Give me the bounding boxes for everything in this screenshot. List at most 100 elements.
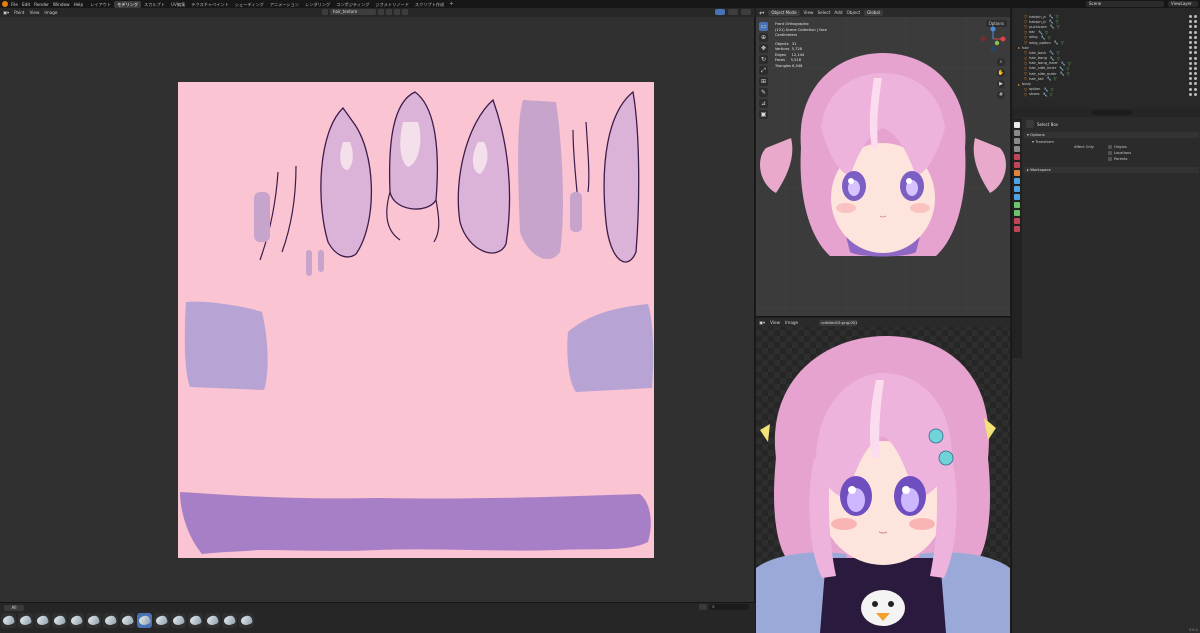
visibility-eye-icon[interactable]	[1189, 51, 1192, 55]
brush-tab-all[interactable]: All	[4, 605, 24, 611]
pin-icon[interactable]	[402, 9, 408, 15]
annotate-tool-icon[interactable]: ✎	[759, 88, 768, 97]
display-channels-button[interactable]	[741, 9, 751, 15]
render-tab-icon[interactable]	[1014, 130, 1020, 136]
visibility-eye-icon[interactable]	[1189, 92, 1192, 96]
image-browse-icon[interactable]	[322, 9, 328, 15]
object-tab-icon[interactable]	[1014, 170, 1020, 176]
overlay-toggle-button[interactable]	[728, 9, 738, 15]
menu-file[interactable]: File	[11, 2, 18, 7]
image-name-field[interactable]: hair_texture	[330, 9, 376, 15]
outliner-row[interactable]: ▽ shoes 🔧 ▽	[1012, 92, 1200, 97]
visibility-eye-icon[interactable]	[1189, 56, 1192, 60]
brush-thumbnail[interactable]	[239, 613, 254, 628]
visibility-eye-icon[interactable]	[1189, 82, 1192, 86]
render-camera-icon[interactable]	[1194, 40, 1197, 44]
3d-viewport[interactable]: ◈▾ Object Mode View Select Add Object Gl…	[756, 8, 1010, 317]
visibility-eye-icon[interactable]	[1189, 20, 1192, 24]
blender-logo-icon[interactable]	[2, 1, 8, 7]
workspace-tab-rendering[interactable]: レンダリング	[302, 1, 333, 8]
locations-checkbox[interactable]: Locations	[1108, 151, 1131, 155]
editor-type-icon[interactable]: ◈▾	[759, 10, 764, 15]
menu-view[interactable]: View	[770, 320, 780, 325]
outliner[interactable]: ▽ hairpin_a 🔧 ▽ ▽ hairpin_b 🔧 ▽ ▽ puchicore 🔧 ▽ ▽ ear…	[1011, 8, 1200, 108]
brush-thumbnail[interactable]	[205, 613, 220, 628]
render-camera-icon[interactable]	[1194, 77, 1197, 81]
visibility-eye-icon[interactable]	[1189, 46, 1192, 50]
workspace-tab-uv[interactable]: UV編集	[168, 1, 188, 8]
filter-icon[interactable]	[699, 604, 707, 610]
visibility-eye-icon[interactable]	[1189, 25, 1192, 29]
render-camera-icon[interactable]	[1194, 25, 1197, 29]
brush-thumbnail[interactable]	[69, 613, 84, 628]
add-cube-tool-icon[interactable]: ▣	[759, 110, 768, 119]
texture-tab-icon[interactable]	[1014, 226, 1020, 232]
scale-tool-icon[interactable]: ⤢	[759, 66, 768, 75]
menu-render[interactable]: Render	[34, 2, 49, 7]
menu-help[interactable]: Help	[74, 2, 84, 7]
brush-thumbnail[interactable]	[137, 613, 152, 628]
visibility-eye-icon[interactable]	[1189, 77, 1192, 81]
visibility-eye-icon[interactable]	[1189, 61, 1192, 65]
select-box-tool-icon[interactable]: ▭	[759, 22, 768, 31]
measure-tool-icon[interactable]: ⊿	[759, 99, 768, 108]
visibility-eye-icon[interactable]	[1189, 30, 1192, 34]
editor-type-icon[interactable]: ▣▾	[3, 10, 9, 15]
render-camera-icon[interactable]	[1194, 15, 1197, 18]
render-camera-icon[interactable]	[1194, 46, 1197, 50]
output-tab-icon[interactable]	[1014, 138, 1020, 144]
menu-window[interactable]: Window	[53, 2, 70, 7]
menu-add[interactable]: Add	[834, 10, 842, 15]
brush-thumbnail[interactable]	[18, 613, 33, 628]
render-camera-icon[interactable]	[1194, 35, 1197, 39]
view-layer-selector[interactable]: ViewLayer	[1168, 1, 1198, 7]
pan-hand-icon[interactable]: ✋	[997, 69, 1005, 77]
data-tab-icon[interactable]	[1014, 210, 1020, 216]
workspace-tab-compositing[interactable]: コンポジティング	[333, 1, 372, 8]
brush-thumbnail[interactable]	[222, 613, 237, 628]
parents-checkbox[interactable]: Parents	[1108, 157, 1127, 161]
view-layer-tab-icon[interactable]	[1014, 146, 1020, 152]
render-camera-icon[interactable]	[1194, 61, 1197, 65]
fake-user-icon[interactable]	[378, 9, 384, 15]
image-preview-editor[interactable]: ▣▾ View Image untitled19.png.001	[756, 318, 1010, 633]
add-workspace-icon[interactable]: +	[449, 1, 453, 7]
render-camera-icon[interactable]	[1194, 72, 1197, 76]
options-panel-header[interactable]: ▾ Options	[1024, 132, 1199, 138]
transform-orientation-select[interactable]: Global	[864, 9, 883, 16]
cursor-tool-icon[interactable]: ⊕	[759, 33, 768, 42]
render-camera-icon[interactable]	[1194, 66, 1197, 70]
render-camera-icon[interactable]	[1194, 82, 1197, 86]
scene-tab-icon[interactable]	[1014, 154, 1020, 160]
workspace-tab-texture-paint[interactable]: テクスチャペイント	[188, 1, 232, 8]
grid-icon[interactable]: #	[997, 91, 1005, 99]
menu-image[interactable]: Image	[44, 10, 57, 15]
world-tab-icon[interactable]	[1014, 162, 1020, 168]
texture-canvas[interactable]	[178, 82, 654, 558]
render-camera-icon[interactable]	[1194, 20, 1197, 24]
visibility-eye-icon[interactable]	[1189, 15, 1192, 18]
zoom-icon[interactable]: ⌕	[997, 58, 1005, 66]
workspace-tab-sculpt[interactable]: スカルプト	[141, 1, 168, 8]
navigation-gizmo[interactable]	[980, 26, 1006, 52]
brush-thumbnail[interactable]	[35, 613, 50, 628]
workspace-tab-animation[interactable]: アニメーション	[267, 1, 302, 8]
render-camera-icon[interactable]	[1194, 51, 1197, 55]
object-mode-select[interactable]: Object Mode	[768, 9, 800, 16]
brush-search-input[interactable]	[709, 604, 749, 610]
visibility-eye-icon[interactable]	[1189, 66, 1192, 70]
visibility-eye-icon[interactable]	[1189, 35, 1192, 39]
menu-object[interactable]: Object	[847, 10, 861, 15]
brush-thumbnail[interactable]	[103, 613, 118, 628]
unlink-icon[interactable]	[394, 9, 400, 15]
brush-thumbnail[interactable]	[154, 613, 169, 628]
properties-search-input[interactable]	[1092, 110, 1132, 115]
rotate-tool-icon[interactable]: ↻	[759, 55, 768, 64]
particles-tab-icon[interactable]	[1014, 186, 1020, 192]
brush-thumbnail[interactable]	[188, 613, 203, 628]
brush-thumbnail[interactable]	[171, 613, 186, 628]
brush-thumbnail[interactable]	[1, 613, 16, 628]
menu-select[interactable]: Select	[817, 10, 830, 15]
visibility-eye-icon[interactable]	[1189, 87, 1192, 91]
modifier-tab-icon[interactable]	[1014, 178, 1020, 184]
